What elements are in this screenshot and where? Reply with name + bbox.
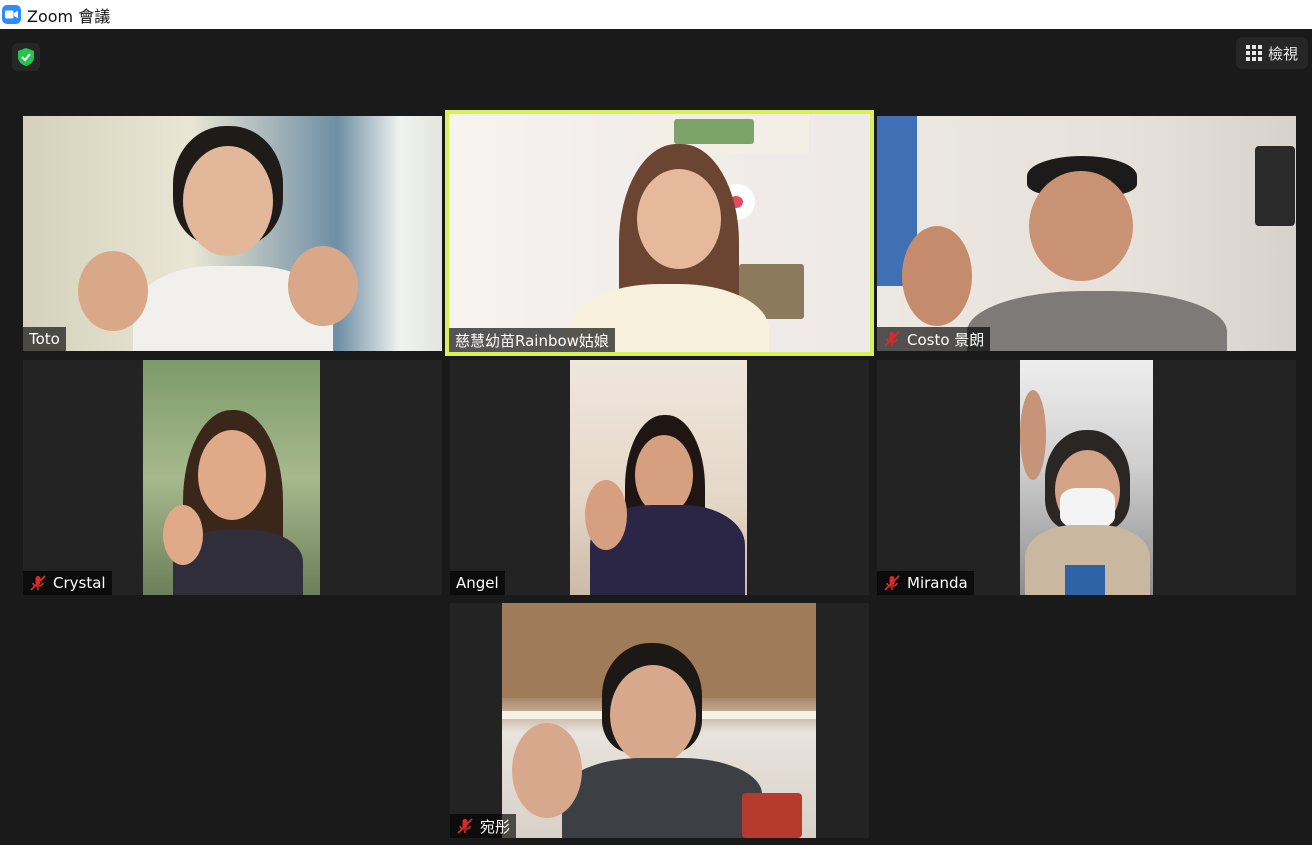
video-tile-miranda[interactable]: Miranda [877, 360, 1296, 595]
participant-video [877, 116, 1296, 351]
view-button-label: 檢視 [1267, 44, 1298, 63]
video-tile-toto[interactable]: Toto [23, 116, 442, 351]
participant-name: Crystal [53, 574, 106, 592]
view-button[interactable]: 檢視 [1235, 37, 1308, 69]
meeting-stage: 檢視 Toto 慈慧幼苗Rainbow姑娘 Costo 景朗 Crystal A… [0, 29, 1312, 845]
participant-name-label: Costo 景朗 [877, 327, 991, 351]
participant-name-label: 宛彤 [450, 814, 517, 838]
participant-video [23, 116, 442, 351]
participant-name-label: Crystal [23, 571, 112, 595]
participant-video [1020, 360, 1153, 595]
grid-view-icon [1245, 45, 1262, 61]
participant-video [449, 114, 870, 352]
muted-microphone-icon [884, 331, 900, 347]
zoom-logo-icon [2, 5, 21, 24]
participant-name-label: 慈慧幼苗Rainbow姑娘 [449, 328, 615, 352]
video-tile-rainbow[interactable]: 慈慧幼苗Rainbow姑娘 [445, 110, 874, 356]
video-tile-angel[interactable]: Angel [450, 360, 869, 595]
participant-name: 宛彤 [480, 817, 511, 836]
window-title: Zoom 會議 [27, 6, 111, 26]
encryption-shield-icon[interactable] [12, 43, 40, 71]
muted-microphone-icon [884, 575, 900, 591]
participant-video [570, 360, 747, 595]
participant-video [143, 360, 320, 595]
video-tile-costo[interactable]: Costo 景朗 [877, 116, 1296, 351]
participant-name: Angel [456, 574, 499, 592]
participant-name-label: Toto [23, 327, 66, 351]
video-tile-crystal[interactable]: Crystal [23, 360, 442, 595]
participant-name: 慈慧幼苗Rainbow姑娘 [455, 331, 609, 350]
participant-name-label: Angel [450, 571, 505, 595]
participant-name: Miranda [907, 574, 968, 592]
muted-microphone-icon [30, 575, 46, 591]
participant-name: Toto [29, 330, 60, 348]
title-bar: Zoom 會議 [0, 0, 1312, 29]
participant-name-label: Miranda [877, 571, 974, 595]
video-tile-yuntung[interactable]: 宛彤 [450, 603, 869, 838]
participant-video [502, 603, 816, 838]
participant-name: Costo 景朗 [907, 330, 985, 349]
muted-microphone-icon [457, 818, 473, 834]
